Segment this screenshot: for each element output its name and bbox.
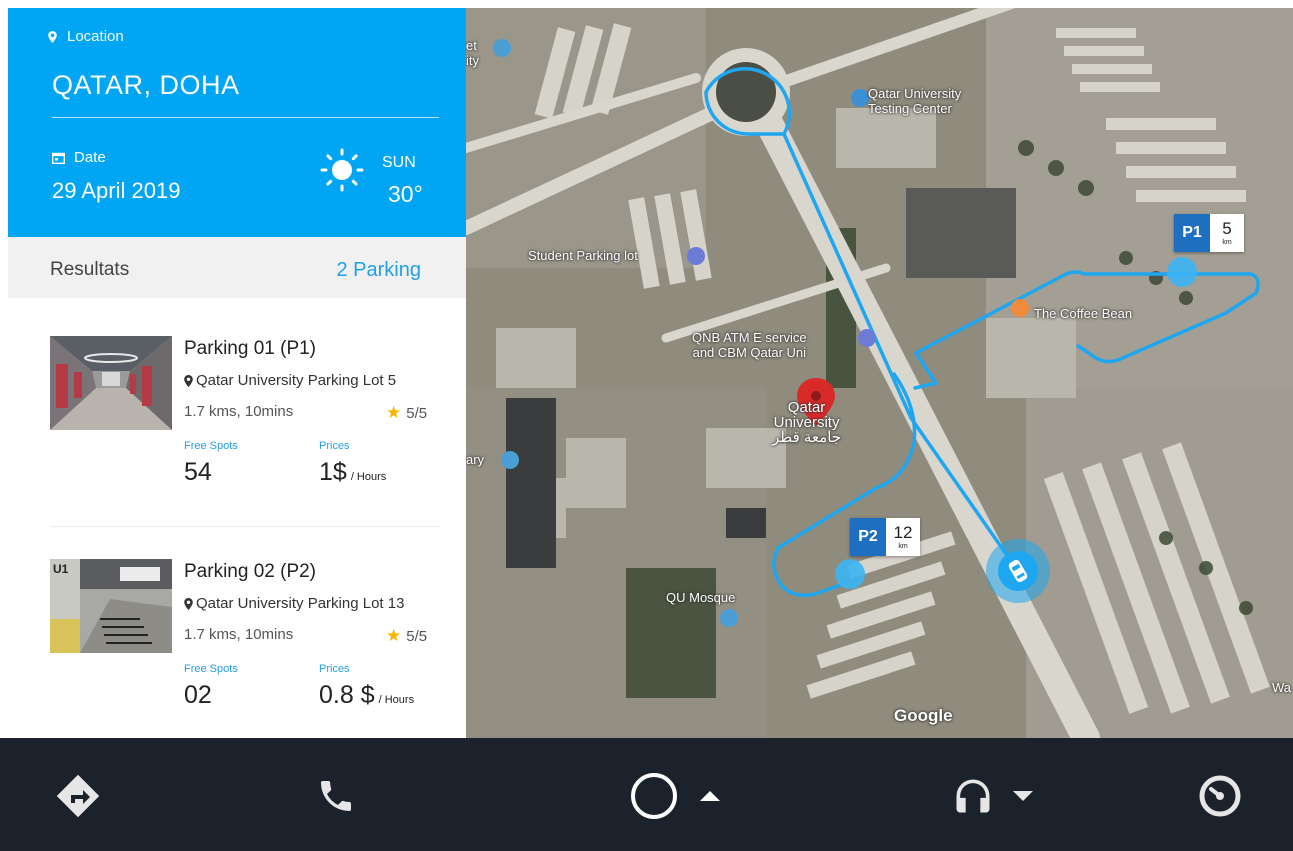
results-panel: Location QATAR, DOHA Date 29 April 2019 … <box>8 8 466 738</box>
dashboard-button[interactable] <box>1194 770 1246 822</box>
google-logo: Google <box>894 706 953 725</box>
parking-address: Qatar University Parking Lot 13 <box>184 595 404 612</box>
parking-name: Parking 01 (P1) <box>184 338 317 359</box>
map-label-right-edge: Wa <box>1272 680 1292 695</box>
parking-poi-icon[interactable] <box>687 247 705 265</box>
speedometer-icon <box>1199 775 1241 817</box>
parking-distance-time: 1.7 kms, 10mins <box>184 403 294 420</box>
location-label: Location <box>48 28 124 45</box>
home-circle-icon <box>631 773 677 819</box>
price-value: 0.8 $ / Hours <box>319 681 415 709</box>
price-value: 1$ / Hours <box>319 458 387 486</box>
edge-poi-icon[interactable] <box>493 39 511 57</box>
map-label-qatar-university: Qatar University جامعة قطر <box>772 399 842 446</box>
location-pin-icon <box>48 30 57 43</box>
p2-marker[interactable] <box>835 559 865 589</box>
parking-badge-code: P1 <box>1174 214 1210 252</box>
free-spots-label: Free Spots <box>184 663 238 675</box>
mosque-poi-icon[interactable] <box>720 609 738 627</box>
thumb-sign-text: U1 <box>53 562 69 576</box>
sun-icon <box>320 148 364 192</box>
map-label-coffee-bean: The Coffee Bean <box>1034 306 1133 321</box>
map-label-qnb-atm: QNB ATM E service and CBM Qatar Uni <box>692 330 807 360</box>
media-button[interactable] <box>938 770 1048 822</box>
school-poi-icon[interactable] <box>851 89 869 107</box>
location-header: Location QATAR, DOHA Date 29 April 2019 … <box>8 8 466 237</box>
location-pin-icon <box>184 374 193 387</box>
calendar-icon <box>52 152 65 164</box>
parking-rating: ★ 5/5 <box>386 626 428 645</box>
phone-icon <box>321 781 351 811</box>
free-spots-value: 54 <box>184 458 212 486</box>
parking-photo: U1 <box>50 559 172 653</box>
date-value: 29 April 2019 <box>52 178 181 203</box>
card-divider <box>50 526 440 527</box>
parking-address: Qatar University Parking Lot 5 <box>184 372 396 389</box>
results-label: Resultats <box>50 259 130 280</box>
prices-label: Prices <box>319 663 350 675</box>
price-unit: / Hours <box>378 694 415 706</box>
home-button[interactable] <box>620 770 730 822</box>
parking-badge-distance: 5 km <box>1210 214 1244 252</box>
free-spots-label: Free Spots <box>184 440 238 452</box>
results-bar: Resultats 2 Parking <box>8 237 466 298</box>
route-overlay <box>493 39 1260 627</box>
parking-card[interactable]: U1 Parking 02 (P2) Qatar University Park… <box>8 553 466 738</box>
parking-card[interactable]: Parking 01 (P1) Qatar University Parking… <box>8 330 466 530</box>
bottom-nav-bar <box>0 738 1293 851</box>
parking-rating: ★ 5/5 <box>386 403 428 422</box>
bank-poi-icon[interactable] <box>858 329 876 347</box>
map-view[interactable]: Qatar University Testing Center Student … <box>466 8 1293 738</box>
directions-icon <box>56 774 100 818</box>
p1-marker[interactable] <box>1167 257 1197 287</box>
parking-badge-code: P2 <box>850 518 886 556</box>
parking-photo <box>50 336 172 430</box>
prices-label: Prices <box>319 440 350 452</box>
location-pin-icon <box>184 597 193 610</box>
map-label-library-edge: ary <box>466 452 485 467</box>
parking-name: Parking 02 (P2) <box>184 561 317 582</box>
cafe-poi-icon[interactable] <box>1011 299 1029 317</box>
weather-day: SUN <box>382 154 416 171</box>
headphones-icon <box>956 779 990 813</box>
map-label-qu-testing: Qatar University Testing Center <box>868 86 962 116</box>
date-label: Date <box>52 149 106 166</box>
city-name: QATAR, DOHA <box>52 70 240 100</box>
directions-button[interactable] <box>52 770 104 822</box>
phone-button[interactable] <box>312 772 360 820</box>
parking-badge-p1[interactable]: P1 5 km <box>1174 214 1244 252</box>
map-label-qu-mosque: QU Mosque <box>666 590 736 605</box>
star-icon: ★ <box>386 403 402 422</box>
caret-down-icon <box>1013 791 1033 801</box>
parking-badge-p2[interactable]: P2 12 km <box>850 518 920 556</box>
map-label-student-parking: Student Parking lot <box>528 248 638 263</box>
results-count[interactable]: 2 Parking <box>337 259 422 282</box>
header-divider <box>52 117 439 118</box>
star-icon: ★ <box>386 626 402 645</box>
map-label-top-left-edge: et ity <box>466 38 479 68</box>
price-unit: / Hours <box>350 471 387 483</box>
library-poi-icon[interactable] <box>501 451 519 469</box>
free-spots-value: 02 <box>184 681 212 709</box>
weather-temperature: 30° <box>388 181 423 207</box>
parking-badge-distance: 12 km <box>886 518 920 556</box>
caret-up-icon <box>700 791 720 801</box>
parking-distance-time: 1.7 kms, 10mins <box>184 626 294 643</box>
